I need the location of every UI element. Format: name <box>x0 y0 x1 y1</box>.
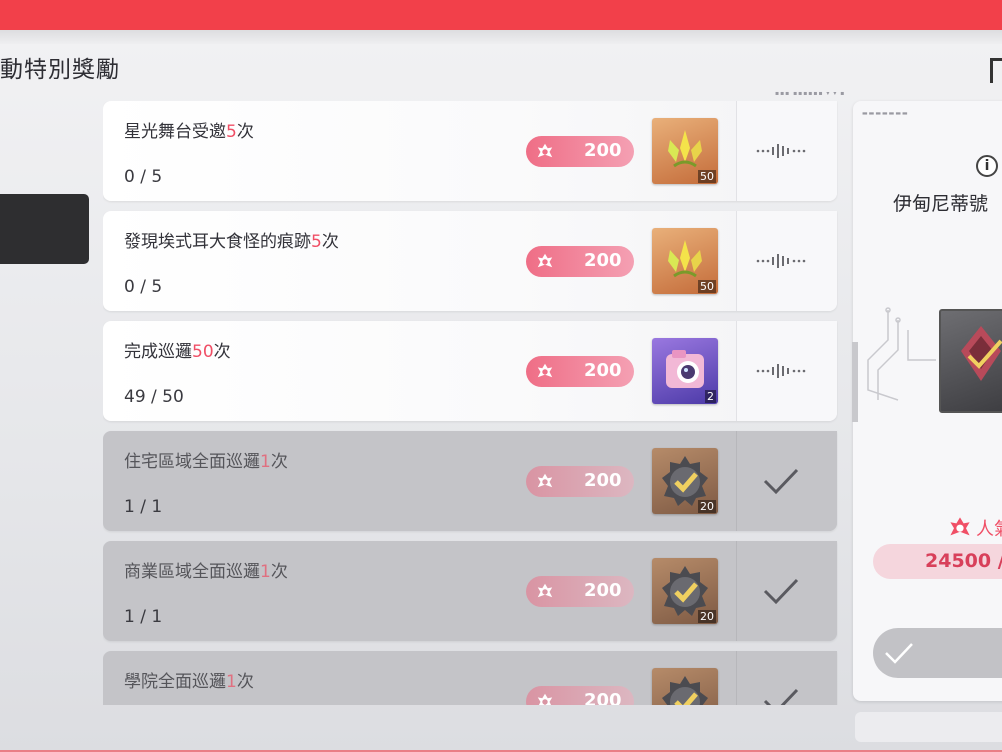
task-row-completed: 商業區域全面巡邏1次 1 / 1 200 20 <box>103 541 837 641</box>
popularity-icon <box>537 583 553 598</box>
popularity-icon <box>537 473 553 488</box>
popularity-icon <box>537 363 553 378</box>
reward-item[interactable] <box>652 668 718 705</box>
reward-item[interactable]: 20 <box>652 558 718 624</box>
decor-text: ▪▪▪ ▪▪▪▪▪▪ ▾ ▾ ▪ <box>775 90 846 97</box>
top-header-bar <box>0 0 1002 30</box>
task-progress: 1 / 1 <box>124 497 163 517</box>
header-shadow <box>0 30 1002 44</box>
points-value: 200 <box>584 140 622 161</box>
side-panel-title: 伊甸尼蒂號 <box>893 193 989 215</box>
points-pill: 200 <box>526 466 634 497</box>
reward-quantity: 50 <box>698 280 716 293</box>
page-title: 動特別獎勵 <box>0 57 120 83</box>
task-row: 發現埃式耳大食怪的痕跡5次 0 / 5 200 50 <box>103 211 837 311</box>
popularity-icon <box>537 253 553 268</box>
decor-text: ▬▬▬▬▬▬▬ <box>862 110 909 117</box>
points-pill: 200 <box>526 136 634 167</box>
reward-quantity: 2 <box>705 390 716 403</box>
task-progress: 0 / 5 <box>124 167 163 187</box>
task-name: 完成巡邏50次 <box>124 342 231 362</box>
points-value: 200 <box>584 690 622 705</box>
points-total: 24500 / <box>925 550 1002 572</box>
reward-item[interactable]: 20 <box>652 448 718 514</box>
task-name: 星光舞台受邀5次 <box>124 122 254 142</box>
reward-quantity: 20 <box>698 500 716 513</box>
selected-category-tab[interactable] <box>0 194 89 264</box>
points-value: 200 <box>584 470 622 491</box>
reward-item[interactable]: 2 <box>652 338 718 404</box>
popularity-icon <box>950 517 970 536</box>
points-value: 200 <box>584 580 622 601</box>
task-name: 發現埃式耳大食怪的痕跡5次 <box>124 232 339 252</box>
circuit-decoration <box>867 307 936 401</box>
points-pill: 200 <box>526 576 634 607</box>
emblem-reward[interactable] <box>939 309 1002 413</box>
points-value: 200 <box>584 360 622 381</box>
goto-waveform-icon[interactable] <box>753 361 813 381</box>
reward-quantity: 50 <box>698 170 716 183</box>
reward-quantity: 20 <box>698 610 716 623</box>
task-progress: 0 / 5 <box>124 277 163 297</box>
points-pill: 200 <box>526 356 634 387</box>
task-progress: 1 / 1 <box>124 607 163 627</box>
check-icon <box>885 643 913 664</box>
task-name: 學院全面巡邏1次 <box>124 672 254 692</box>
popularity-icon <box>537 143 553 158</box>
points-label: 人氣 <box>976 519 1002 540</box>
task-row: 完成巡邏50次 49 / 50 200 2 <box>103 321 837 421</box>
task-row-completed: 學院全面巡邏1次 200 <box>103 651 837 705</box>
points-pill: 200 <box>526 246 634 277</box>
task-list[interactable]: 星光舞台受邀5次 0 / 5 200 50 發現埃式耳大食怪的痕跡5次 0 / … <box>103 101 838 705</box>
task-row: 星光舞台受邀5次 0 / 5 200 50 <box>103 101 837 201</box>
popularity-icon <box>537 693 553 705</box>
goto-waveform-icon[interactable] <box>753 141 813 161</box>
cut-off-title-glyph <box>990 58 1002 83</box>
task-name: 住宅區域全面巡邏1次 <box>124 452 288 472</box>
reward-item[interactable]: 50 <box>652 118 718 184</box>
reward-item[interactable]: 50 <box>652 228 718 294</box>
task-progress: 49 / 50 <box>124 387 184 407</box>
panel-footer <box>855 712 1002 742</box>
completed-check-icon <box>763 688 799 705</box>
completed-check-icon <box>763 578 799 605</box>
points-value: 200 <box>584 250 622 271</box>
info-icon[interactable]: i <box>976 155 998 177</box>
goto-waveform-icon[interactable] <box>753 251 813 271</box>
emblem-check-icon <box>961 326 1002 381</box>
task-row-completed: 住宅區域全面巡邏1次 1 / 1 200 20 <box>103 431 837 531</box>
check-badge-icon <box>662 676 708 705</box>
completed-check-icon <box>763 468 799 495</box>
points-pill: 200 <box>526 686 634 705</box>
task-name: 商業區域全面巡邏1次 <box>124 562 288 582</box>
